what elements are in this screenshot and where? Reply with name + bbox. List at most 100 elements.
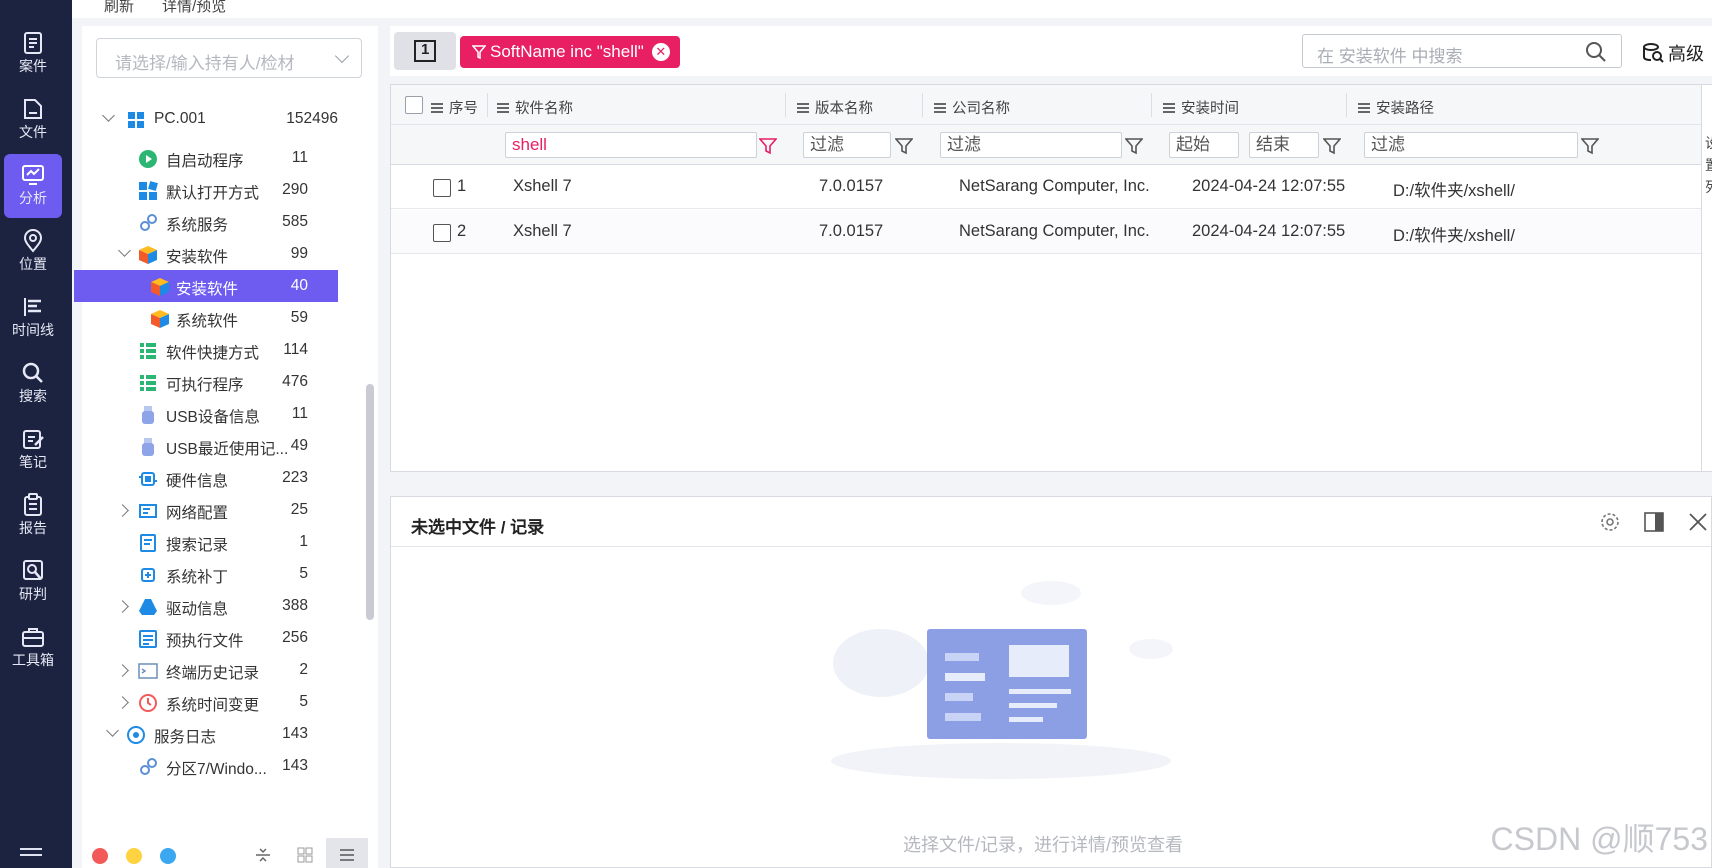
gear-icon[interactable] bbox=[1599, 511, 1621, 533]
company-filter-input[interactable]: 过滤 bbox=[940, 132, 1122, 158]
filter-chip-label: SoftName inc "shell" bbox=[490, 42, 644, 61]
tree-label: 系统服务 bbox=[166, 217, 229, 234]
chevron-right-icon[interactable] bbox=[116, 504, 129, 517]
select-all-checkbox[interactable] bbox=[405, 96, 423, 114]
tree-root[interactable]: PC.001 152496 bbox=[82, 103, 362, 135]
nav-item-search[interactable]: 搜索 bbox=[4, 352, 62, 416]
tree-item-installed-software[interactable]: 安装软件 99 bbox=[82, 238, 362, 270]
tree-item-partition[interactable]: 分区7/Windo... 143 bbox=[82, 750, 362, 782]
tree-item-prefetch[interactable]: 预执行文件 256 bbox=[82, 622, 362, 654]
name-filter-input[interactable]: shell bbox=[505, 132, 757, 158]
grid-view-icon[interactable] bbox=[296, 846, 314, 864]
nav-item-toolbox[interactable]: 工具箱 bbox=[4, 616, 62, 680]
yellow-status-dot[interactable] bbox=[126, 848, 142, 864]
nav-item-location[interactable]: 位置 bbox=[4, 220, 62, 284]
close-icon[interactable]: ✕ bbox=[651, 43, 670, 61]
detail-title: 未选中文件 / 记录 bbox=[411, 518, 545, 537]
column-header-version[interactable]: 版本名称 bbox=[797, 97, 873, 118]
column-header-index[interactable]: 序号 bbox=[431, 97, 478, 118]
time-start-input[interactable]: 起始 bbox=[1169, 132, 1239, 158]
path-filter-input[interactable]: 过滤 bbox=[1364, 132, 1578, 158]
column-divider[interactable] bbox=[487, 93, 488, 117]
blue-status-dot[interactable] bbox=[160, 848, 176, 864]
funnel-icon[interactable] bbox=[759, 137, 777, 155]
nav-item-file[interactable]: 文件 bbox=[4, 88, 62, 152]
chevron-right-icon[interactable] bbox=[116, 664, 129, 677]
nav-item-analysis[interactable]: 分析 bbox=[4, 154, 62, 218]
search-input[interactable]: 在 安装软件 中搜索 bbox=[1302, 34, 1622, 68]
tree-item-shortcut[interactable]: 软件快捷方式 114 bbox=[82, 334, 362, 366]
tree-item-time-change[interactable]: 系统时间变更 5 bbox=[82, 686, 362, 718]
column-divider[interactable] bbox=[785, 93, 786, 117]
tree-count: 152496 bbox=[286, 110, 338, 127]
tree-item-service-log[interactable]: 服务日志 143 bbox=[82, 718, 362, 750]
usb-icon bbox=[142, 438, 154, 456]
tree-item-system-software[interactable]: 系统软件 59 bbox=[82, 302, 362, 334]
tree-item-hardware[interactable]: 硬件信息 223 bbox=[82, 462, 362, 494]
column-settings-label: 置 bbox=[1705, 155, 1712, 175]
search-icon[interactable] bbox=[1585, 41, 1607, 63]
funnel-icon[interactable] bbox=[895, 137, 913, 155]
tree-item-network[interactable]: 网络配置 25 bbox=[82, 494, 362, 526]
nav-item-judgement[interactable]: 研判 bbox=[4, 550, 62, 614]
tree-item-default-open[interactable]: 默认打开方式 290 bbox=[82, 174, 362, 206]
chevron-down-icon[interactable] bbox=[118, 244, 131, 257]
table-row[interactable]: 1 Xshell 7 7.0.0157 NetSarang Computer, … bbox=[391, 165, 1701, 209]
nav-item-timeline[interactable]: 时间线 bbox=[4, 286, 62, 350]
holder-select[interactable]: 请选择/输入持有人/检材 bbox=[96, 38, 362, 78]
nav-item-notes[interactable]: 笔记 bbox=[4, 418, 62, 482]
tree-item-system-service[interactable]: 系统服务 585 bbox=[82, 206, 362, 238]
close-icon[interactable] bbox=[1687, 511, 1709, 533]
refresh-link[interactable]: 刷新 bbox=[104, 0, 134, 16]
chevron-down-icon[interactable] bbox=[102, 109, 115, 122]
data-grid: 序号 软件名称 版本名称 公司名称 安装时间 安装路径 shell 过滤 过滤 … bbox=[390, 84, 1712, 472]
column-header-install-path[interactable]: 安装路径 bbox=[1358, 97, 1434, 118]
column-settings-strip[interactable]: 设 置 列 bbox=[1701, 85, 1712, 471]
red-status-dot[interactable] bbox=[92, 848, 108, 864]
column-divider[interactable] bbox=[1151, 93, 1152, 117]
nav-label: 笔记 bbox=[19, 454, 47, 470]
details-preview-link[interactable]: 详情/预览 bbox=[162, 0, 226, 16]
cell-company: NetSarang Computer, Inc. bbox=[959, 222, 1150, 240]
split-view-icon[interactable] bbox=[1643, 511, 1665, 533]
menu-icon[interactable] bbox=[20, 848, 42, 862]
row-checkbox[interactable] bbox=[433, 224, 451, 242]
table-row[interactable]: 2 Xshell 7 7.0.0157 NetSarang Computer, … bbox=[391, 210, 1701, 254]
nav-label: 研判 bbox=[19, 586, 47, 602]
column-header-install-time[interactable]: 安装时间 bbox=[1163, 97, 1239, 118]
tree-scrollbar[interactable] bbox=[366, 384, 374, 620]
column-header-name[interactable]: 软件名称 bbox=[497, 97, 573, 118]
column-divider[interactable] bbox=[1346, 93, 1347, 117]
tree-item-patch[interactable]: 系统补丁 5 bbox=[82, 558, 362, 590]
tree-item-terminal[interactable]: 终端历史记录 2 bbox=[82, 654, 362, 686]
chevron-right-icon[interactable] bbox=[116, 600, 129, 613]
time-end-input[interactable]: 结束 bbox=[1249, 132, 1319, 158]
funnel-icon[interactable] bbox=[1581, 137, 1599, 155]
advanced-search-button[interactable]: 高级 bbox=[1642, 40, 1704, 66]
list-view-toggle[interactable] bbox=[326, 838, 368, 868]
tree-item-driver[interactable]: 驱动信息 388 bbox=[82, 590, 362, 622]
version-filter-input[interactable]: 过滤 bbox=[803, 132, 891, 158]
panel-toggle-button[interactable]: 1 bbox=[394, 32, 456, 70]
filter-chip[interactable]: SoftName inc "shell" ✕ bbox=[460, 36, 680, 68]
funnel-icon[interactable] bbox=[1125, 137, 1143, 155]
installed-software-icon bbox=[139, 246, 157, 264]
column-header-company[interactable]: 公司名称 bbox=[934, 97, 1010, 118]
column-divider[interactable] bbox=[922, 93, 923, 117]
tree-item-autostart[interactable]: 自启动程序 11 bbox=[82, 142, 362, 174]
nav-label: 搜索 bbox=[19, 388, 47, 404]
nav-label: 工具箱 bbox=[12, 652, 54, 668]
tree-item-usb-device[interactable]: USB设备信息 11 bbox=[82, 398, 362, 430]
chevron-right-icon[interactable] bbox=[116, 696, 129, 709]
row-checkbox[interactable] bbox=[433, 179, 451, 197]
tree-item-executable[interactable]: 可执行程序 476 bbox=[82, 366, 362, 398]
tree-item-installed-software-child[interactable]: 安装软件 40 bbox=[74, 270, 338, 302]
collapse-icon[interactable] bbox=[254, 846, 272, 864]
nav-item-case[interactable]: 案件 bbox=[4, 22, 62, 86]
nav-item-report[interactable]: 报告 bbox=[4, 484, 62, 548]
tree-item-usb-recent[interactable]: USB最近使用记... 49 bbox=[82, 430, 362, 462]
tree-item-search-record[interactable]: 搜索记录 1 bbox=[82, 526, 362, 558]
funnel-icon[interactable] bbox=[1323, 137, 1341, 155]
chevron-down-icon[interactable] bbox=[106, 724, 119, 737]
cell-path: D:/软件夹/xshell/ bbox=[1393, 182, 1515, 200]
